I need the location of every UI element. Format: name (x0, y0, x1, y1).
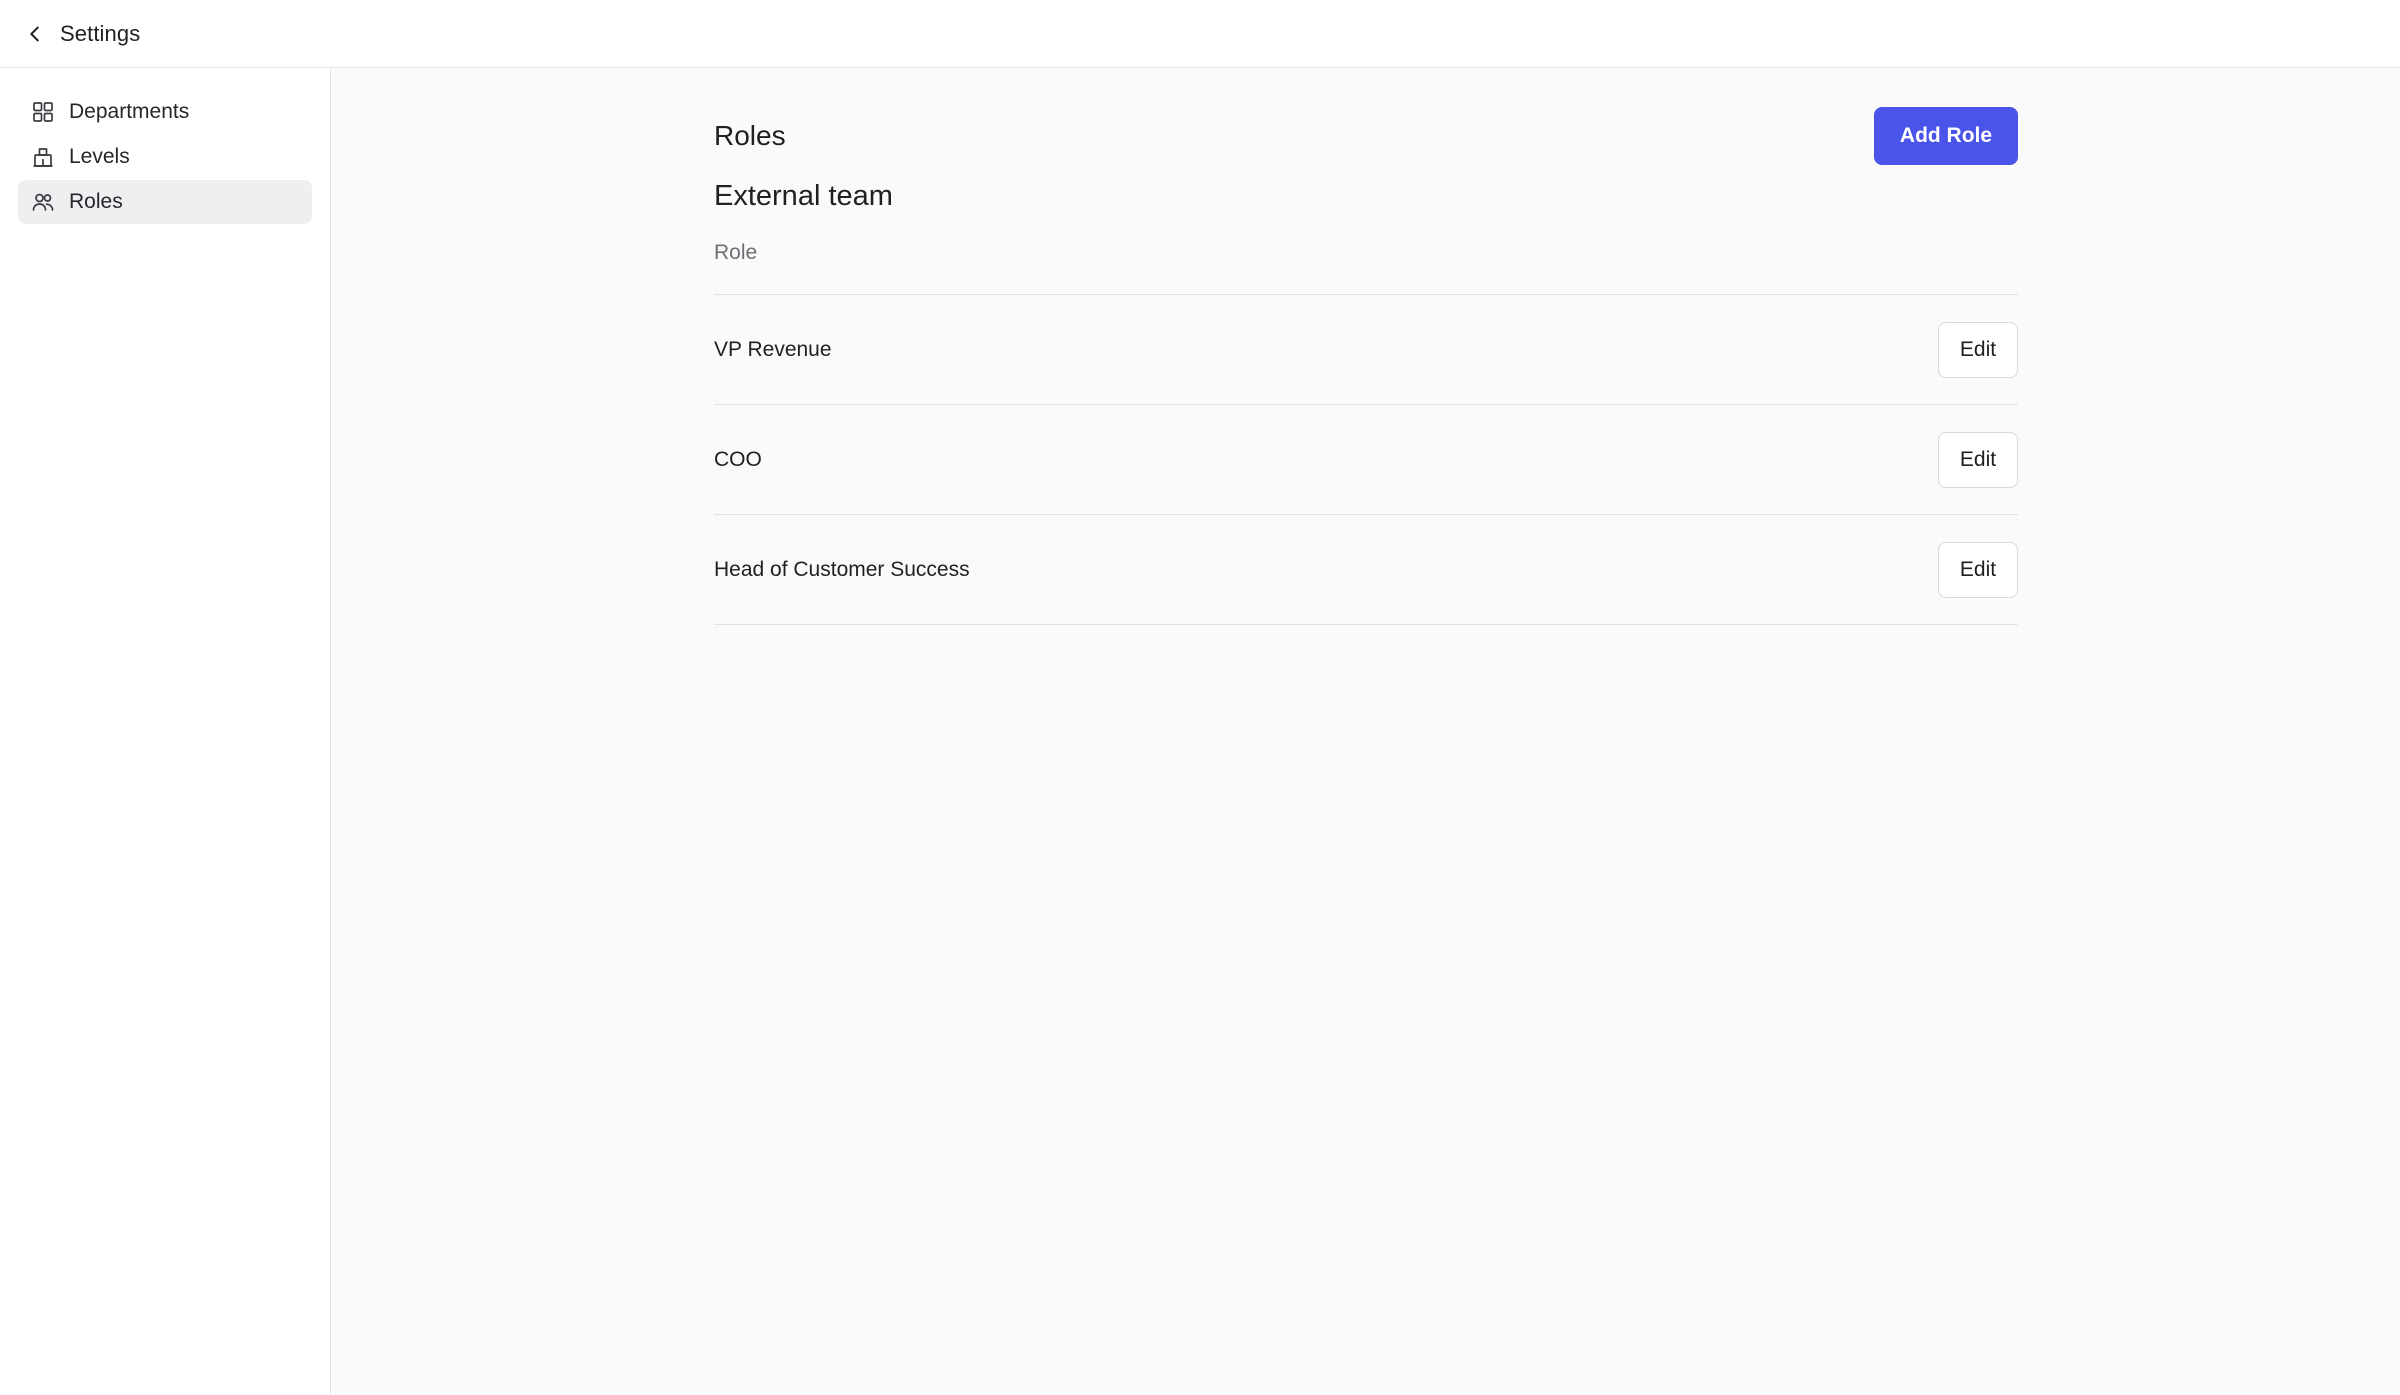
table-row: COO Edit (714, 405, 2018, 515)
sidebar-item-roles[interactable]: Roles (18, 180, 312, 224)
table-row: Head of Customer Success Edit (714, 515, 2018, 625)
table-row: VP Revenue Edit (714, 295, 2018, 405)
grid-icon (31, 100, 55, 124)
section-title: External team (714, 180, 893, 212)
users-icon (31, 190, 55, 214)
role-name: Head of Customer Success (714, 557, 970, 581)
sidebar-item-label: Roles (69, 190, 123, 213)
sidebar-item-label: Departments (69, 100, 190, 123)
main-content: Roles Add Role External team Role VP Rev… (332, 68, 2400, 1395)
sidebar-item-label: Levels (69, 145, 130, 168)
page-header-title: Settings (60, 20, 141, 46)
top-bar: Settings (0, 0, 2400, 68)
role-name: COO (714, 447, 762, 471)
page-title: Roles (714, 120, 786, 151)
sidebar: Departments Levels Roles (0, 68, 331, 1395)
column-header-role: Role (714, 233, 2018, 295)
back-button[interactable]: Settings (24, 14, 140, 54)
edit-button[interactable]: Edit (1938, 541, 2018, 598)
roles-panel: Roles Add Role External team Role VP Rev… (714, 106, 2018, 625)
sidebar-item-departments[interactable]: Departments (18, 90, 312, 134)
chevron-left-icon (24, 23, 46, 45)
header-row: Roles Add Role (714, 106, 2018, 166)
building-icon (31, 145, 55, 169)
add-role-button[interactable]: Add Role (1874, 107, 2018, 165)
role-name: VP Revenue (714, 337, 832, 361)
edit-button[interactable]: Edit (1938, 431, 2018, 488)
edit-button[interactable]: Edit (1938, 321, 2018, 378)
sidebar-item-levels[interactable]: Levels (18, 135, 312, 179)
